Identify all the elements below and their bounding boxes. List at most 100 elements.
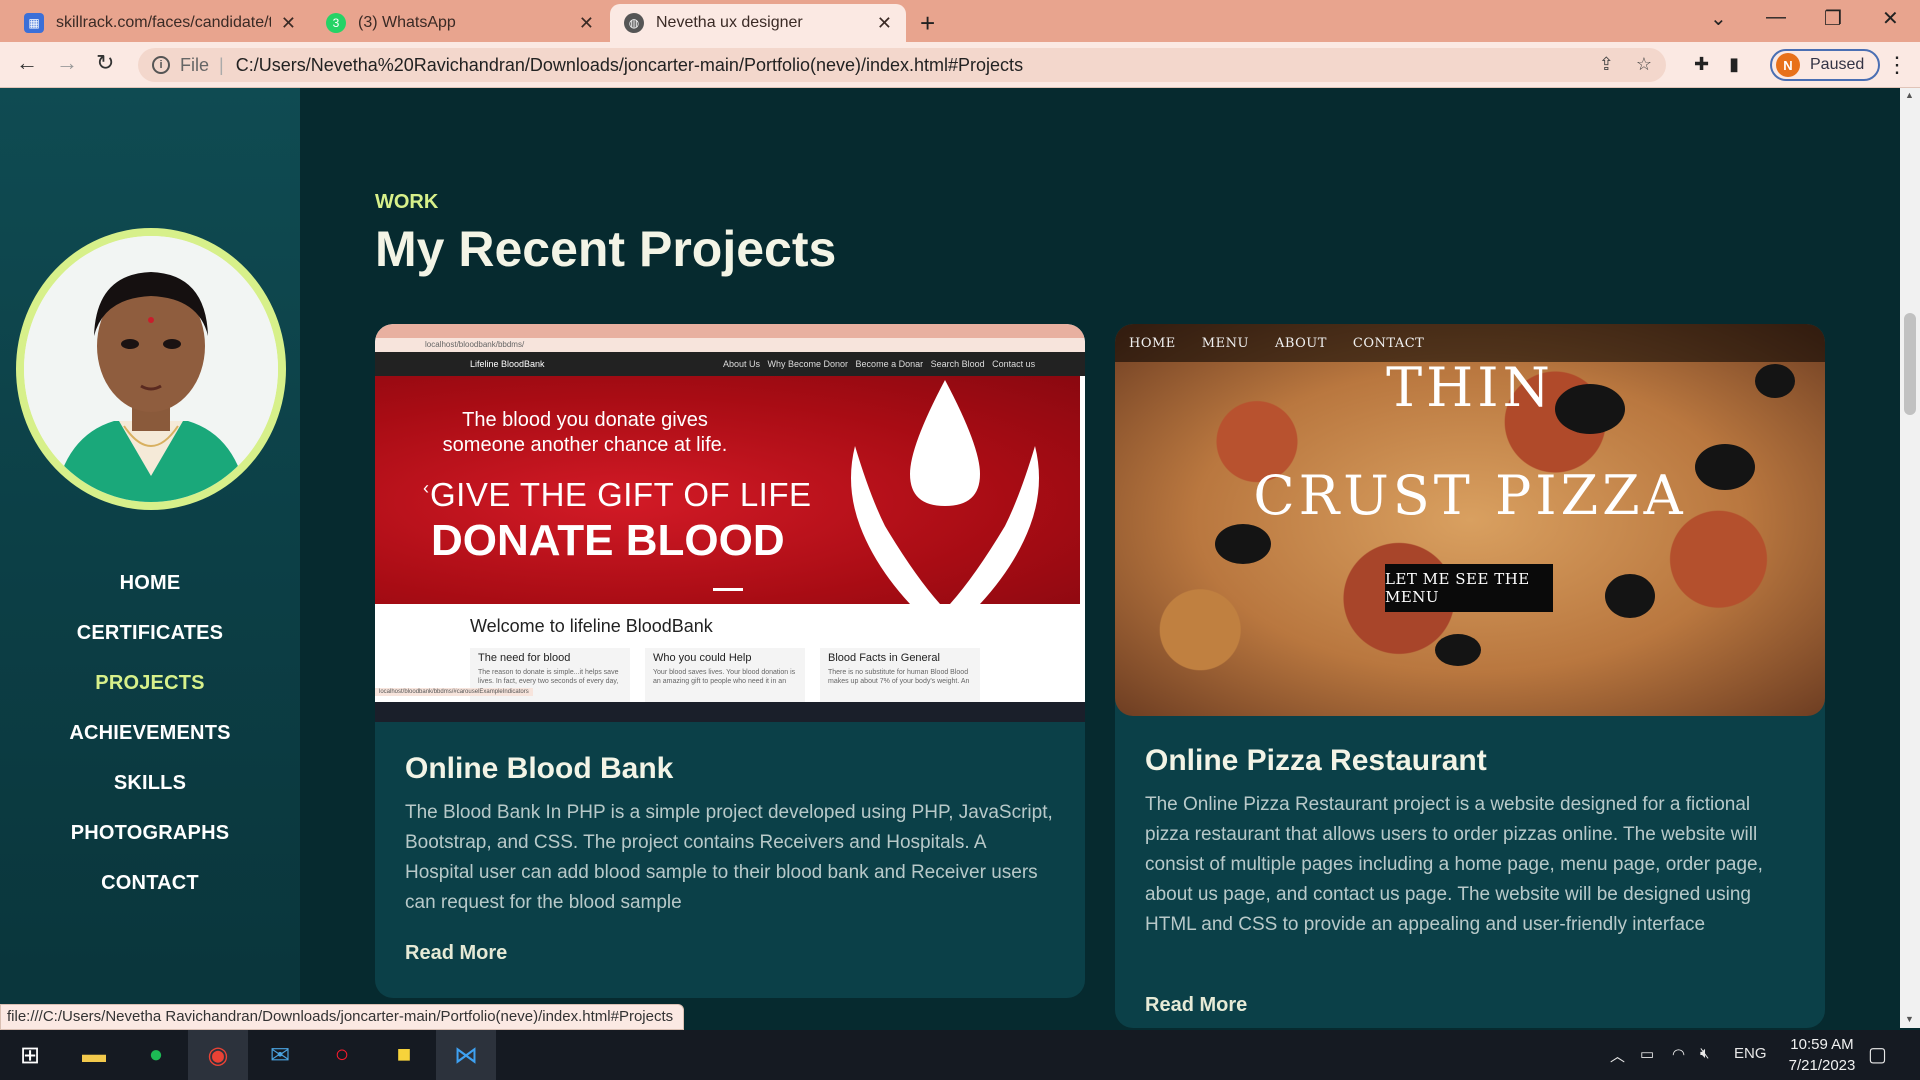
nav-achievements[interactable]: ACHIEVEMENTS (0, 708, 300, 758)
read-more-link[interactable]: Read More (405, 942, 507, 965)
thumb-hero-banner: The blood you donate gives someone anoth… (375, 376, 1080, 604)
thumb-col-2: Who you could Help Your blood saves live… (645, 648, 805, 702)
project-card-blood-bank[interactable]: localhost/bloodbank/bbdms/ Lifeline Bloo… (375, 324, 1085, 998)
thumb-status-url: localhost/bloodbank/bbdms/#carouselExamp… (375, 688, 533, 696)
notifications-icon[interactable]: ▢ (1868, 1042, 1887, 1067)
profile-status: Paused (1810, 56, 1865, 73)
nav-certificates[interactable]: CERTIFICATES (0, 608, 300, 658)
chrome-icon[interactable]: ◉ (188, 1030, 248, 1080)
whatsapp-icon: 3 (326, 13, 346, 33)
thumb-nav-menu: MENU (1201, 335, 1249, 351)
thumb-col-title: The need for blood (478, 652, 571, 664)
close-tab-icon[interactable]: ✕ (579, 13, 594, 34)
address-bar[interactable]: i File | C:/Users/Nevetha%20Ravichandran… (138, 48, 1666, 82)
project-title: Online Blood Bank (405, 752, 674, 785)
close-tab-icon[interactable]: ✕ (877, 13, 892, 34)
thumb-nav-about: ABOUT (1274, 335, 1327, 351)
thumb-browser-tabs (375, 324, 1085, 338)
new-tab-icon[interactable]: + (920, 8, 935, 39)
thumb-col-title: Who you could Help (653, 652, 752, 664)
nav-projects[interactable]: PROJECTS (0, 658, 300, 708)
nav-home[interactable]: HOME (0, 558, 300, 608)
minimize-icon[interactable]: — (1766, 6, 1786, 29)
thumb-welcome-section: Welcome to lifeline BloodBank The need f… (375, 604, 1080, 702)
profile-photo (16, 228, 286, 510)
spotify-icon[interactable]: ● (126, 1030, 186, 1080)
avatar: N (1776, 53, 1800, 77)
tab-search-icon[interactable]: ⌄ (1710, 6, 1727, 31)
sticky-notes-icon[interactable]: ■ (374, 1030, 434, 1080)
olive-shape (1215, 524, 1271, 564)
thumb-navbar: Lifeline BloodBank About Us Why Become D… (375, 352, 1085, 376)
scroll-up-icon[interactable]: ▲ (1905, 90, 1914, 100)
nav-contact[interactable]: CONTACT (0, 858, 300, 908)
file-explorer-icon[interactable]: ▬ (64, 1030, 124, 1080)
info-icon[interactable]: i (152, 56, 170, 74)
nav-photographs[interactable]: PHOTOGRAPHS (0, 808, 300, 858)
thumb-col-title: Blood Facts in General (828, 652, 940, 664)
globe-icon: ◍ (624, 13, 644, 33)
windows-taskbar: ⊞ ▬ ● ◉ ✉ ○ ■ ⋈ ︿ ▭ ◠ 🔇︎ ENG 10:59 AM 7/… (0, 1030, 1920, 1080)
project-thumbnail[interactable]: localhost/bloodbank/bbdms/ Lifeline Bloo… (375, 324, 1085, 722)
outlook-icon[interactable]: ✉ (250, 1030, 310, 1080)
profile-button[interactable]: N Paused (1770, 49, 1881, 81)
close-window-icon[interactable]: ✕ (1882, 6, 1899, 31)
projects-section: WORK My Recent Projects localhost/bloodb… (300, 88, 1900, 1028)
project-description: The Blood Bank In PHP is a simple projec… (405, 802, 1053, 913)
side-nav: HOME CERTIFICATES PROJECTS ACHIEVEMENTS … (0, 558, 300, 908)
page-scrollbar[interactable]: ▲ ▼ (1900, 88, 1920, 1028)
thumb-title-line-2: CRUST PIZZA (1253, 464, 1687, 527)
battery-icon[interactable]: ▭ (1640, 1045, 1654, 1063)
windows-start-icon[interactable]: ⊞ (0, 1030, 60, 1080)
olive-shape (1605, 574, 1655, 618)
thumb-nav-contact: CONTACT (1352, 335, 1425, 351)
portfolio-page: HOME CERTIFICATES PROJECTS ACHIEVEMENTS … (0, 88, 1900, 1028)
close-tab-icon[interactable]: ✕ (281, 13, 296, 34)
scroll-down-icon[interactable]: ▼ (1905, 1014, 1914, 1024)
project-card-pizza[interactable]: HOME MENU ABOUT CONTACT THIN CRUST PIZZA… (1115, 324, 1825, 1028)
reload-icon[interactable]: ↻ (96, 50, 114, 76)
project-thumbnail[interactable]: HOME MENU ABOUT CONTACT THIN CRUST PIZZA… (1115, 324, 1825, 716)
bookmark-star-icon[interactable]: ☆ (1636, 54, 1652, 75)
tab-portfolio[interactable]: ◍ Nevetha ux designer ✕ (610, 4, 906, 42)
read-more-link[interactable]: Read More (1145, 994, 1247, 1017)
thumb-col-text: There is no substitute for human Blood B… (828, 669, 970, 685)
wifi-icon[interactable]: ◠ (1672, 1045, 1685, 1063)
extensions-icon[interactable]: ✚ (1694, 54, 1709, 75)
skillrack-icon: ▦ (24, 13, 44, 33)
project-description: The Online Pizza Restaurant project is a… (1145, 794, 1763, 935)
side-panel-icon[interactable]: ▮ (1729, 54, 1739, 75)
opera-icon[interactable]: ○ (312, 1030, 372, 1080)
forward-icon[interactable]: → (56, 50, 78, 76)
thumb-nav-links: About Us Why Become Donor Become a Donar… (723, 359, 1036, 369)
system-clock[interactable]: 10:59 AM 7/21/2023 (1772, 1034, 1872, 1076)
project-title: Online Pizza Restaurant (1145, 744, 1487, 777)
language-indicator[interactable]: ENG (1734, 1045, 1767, 1062)
thumb-tagline: The blood you donate gives someone anoth… (442, 409, 728, 456)
thumb-headline-1: GIVE THE GIFT OF LIFE (430, 476, 812, 513)
tab-skillrack[interactable]: ▦ skillrack.com/faces/candidate/tra ✕ (10, 4, 310, 42)
kebab-menu-icon[interactable]: ⋮ (1886, 52, 1908, 78)
nav-skills[interactable]: SKILLS (0, 758, 300, 808)
maximize-icon[interactable]: ❐ (1824, 6, 1842, 31)
thumb-headline-2: DONATE BLOOD (431, 516, 785, 565)
thumb-brand: Lifeline BloodBank (470, 359, 545, 369)
section-eyebrow: WORK (375, 191, 439, 213)
scheme-label: File (180, 54, 210, 75)
tray-chevron-icon[interactable]: ︿ (1610, 1045, 1625, 1066)
speaker-muted-icon[interactable]: 🔇︎ (1700, 1045, 1709, 1062)
back-icon[interactable]: ← (16, 50, 38, 76)
tab-whatsapp[interactable]: 3 (3) WhatsApp ✕ (312, 4, 608, 42)
profile-portrait-image (24, 236, 278, 502)
carousel-prev-icon: ‹ (423, 478, 429, 498)
scrollbar-thumb[interactable] (1904, 313, 1916, 415)
carousel-indicators (713, 588, 743, 591)
share-icon[interactable]: ⇪ (1599, 54, 1614, 75)
blood-drop-hands-icon (851, 380, 1039, 604)
thumb-welcome: Welcome to lifeline BloodBank (470, 616, 713, 636)
browser-tab-bar: ▦ skillrack.com/faces/candidate/tra ✕ 3 … (0, 0, 1920, 42)
vscode-icon[interactable]: ⋈ (436, 1030, 496, 1080)
tab-title: skillrack.com/faces/candidate/tra (56, 14, 271, 31)
thumb-col-text: The reason to donate is simple...it help… (478, 669, 619, 685)
sidebar: HOME CERTIFICATES PROJECTS ACHIEVEMENTS … (0, 88, 300, 1028)
